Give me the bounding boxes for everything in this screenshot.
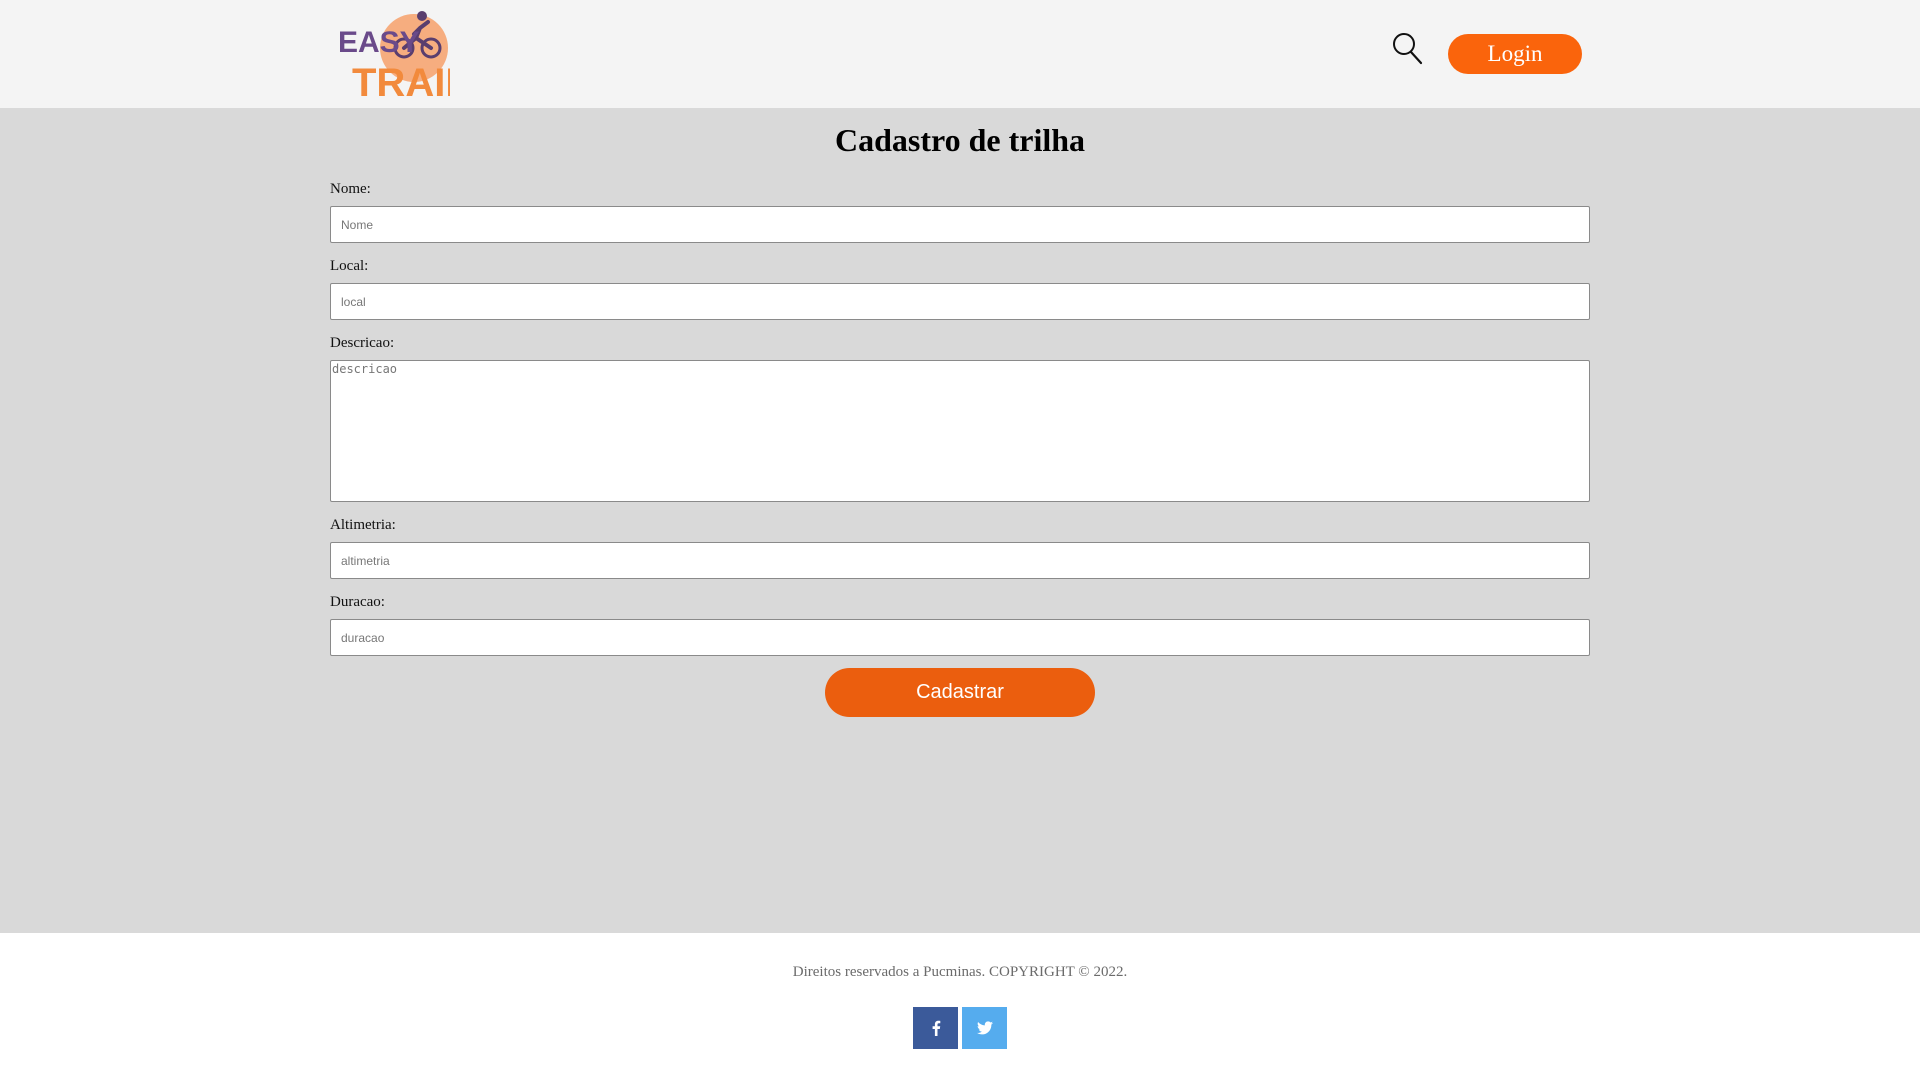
nome-input[interactable]	[330, 206, 1590, 243]
site-header: EASY TRAIL Login	[0, 0, 1920, 108]
twitter-button[interactable]	[962, 1007, 1007, 1049]
cadastrar-button[interactable]: Cadastrar	[825, 668, 1095, 717]
local-input[interactable]	[330, 283, 1590, 320]
easy-trail-logo[interactable]: EASY TRAIL	[336, 8, 470, 105]
login-button[interactable]: Login	[1448, 34, 1582, 74]
site-footer: Direitos reservados a Pucminas. COPYRIGH…	[0, 933, 1920, 1080]
search-icon	[1393, 33, 1423, 65]
trail-registration-form: Nome: Local: Descricao: Altimetria: Dura…	[330, 180, 1590, 717]
duracao-label: Duracao:	[330, 594, 385, 610]
altimetria-input[interactable]	[330, 542, 1590, 579]
nome-label: Nome:	[330, 181, 371, 197]
logo-text-easy: EASY	[338, 26, 420, 59]
descricao-label: Descricao:	[330, 335, 395, 351]
facebook-icon	[932, 1020, 940, 1036]
logo-cyclist-head	[417, 11, 427, 21]
copyright-text: Direitos reservados a Pucminas. COPYRIGH…	[792, 964, 1128, 980]
facebook-button[interactable]	[913, 1007, 958, 1049]
submit-row: Cadastrar	[330, 668, 1590, 717]
altimetria-label: Altimetria:	[330, 517, 396, 533]
twitter-icon	[976, 1021, 993, 1035]
duracao-input[interactable]	[330, 619, 1590, 656]
search-button[interactable]	[1392, 32, 1424, 66]
local-label: Local:	[330, 258, 369, 274]
descricao-textarea[interactable]	[330, 360, 1590, 502]
page-title: Cadastro de trilha	[834, 122, 1086, 158]
main-content: Cadastro de trilha Nome: Local: Descrica…	[0, 108, 1920, 933]
logo-text-trail: TRAIL	[352, 61, 450, 100]
